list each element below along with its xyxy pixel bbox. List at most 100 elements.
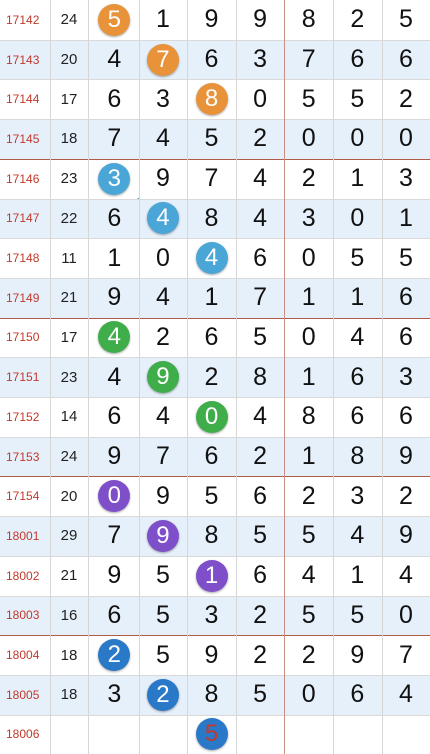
digit-cell: 4 (398, 680, 413, 709)
digit-cell: 2 (155, 322, 170, 351)
sum-value: 17 (60, 328, 78, 346)
sum-value: 18 (60, 686, 78, 704)
digit-cell: 6 (253, 481, 268, 510)
row-divider (0, 635, 430, 637)
digit-cell: 4 (253, 164, 268, 193)
digit-cell: 1 (301, 283, 316, 312)
digit-cell: 8 (204, 521, 219, 550)
digit-cell: 2 (301, 164, 316, 193)
row-divider (0, 516, 430, 518)
digit-cell: 8 (253, 362, 268, 391)
period-number: 17154 (6, 489, 40, 504)
column-divider (333, 0, 334, 754)
digit-cell (382, 715, 430, 754)
digit-cell: 4 (350, 322, 365, 351)
digit-cell (139, 715, 188, 754)
column-divider (50, 0, 51, 754)
period-number: 18001 (6, 528, 40, 543)
sum-value: 24 (60, 448, 78, 466)
highlighted-digit-ball: 4 (195, 242, 228, 275)
digit-cell: 1 (350, 283, 365, 312)
digit-cell: 5 (253, 322, 268, 351)
row-divider (0, 277, 430, 279)
digit-cell: 0 (398, 124, 413, 153)
digit-cell: 2 (253, 124, 268, 153)
table-row: 18005 18 328 5 0 6 4 (0, 674, 430, 715)
digit-cell (90, 715, 139, 754)
highlighted-digit-ball: 0 (195, 400, 228, 433)
digit-cell: 0 (155, 243, 170, 272)
period-number: 17150 (6, 330, 40, 345)
digit-cell: 6 (107, 84, 122, 113)
period-number: 17145 (6, 131, 40, 146)
digit-cell: 4 (107, 45, 122, 74)
digit-cell: 7 (204, 164, 219, 193)
digit-cell: 6 (398, 283, 413, 312)
sum-value: 17 (60, 90, 78, 108)
highlighted-digit-ball: 8 (195, 83, 228, 116)
highlighted-digit-ball: 2 (146, 678, 179, 711)
section-divider (284, 0, 286, 754)
digit-cell: 8 (350, 442, 365, 471)
digit-cell: 3 (398, 164, 413, 193)
lottery-trend-table: 1714224519982517143204763766171441763805… (0, 0, 430, 754)
digit-cell: 1 (204, 283, 219, 312)
sum-value: 29 (60, 527, 78, 545)
digit-cell: 9 (107, 283, 122, 312)
sum-value: 11 (61, 249, 77, 267)
digit-cell: 9 (155, 481, 170, 510)
digit-cell: 5 (301, 84, 316, 113)
digit-cell: 7 (107, 124, 122, 153)
sum-value: 16 (60, 606, 78, 624)
digit-cell: 3 (350, 481, 365, 510)
digit-cell (333, 715, 382, 754)
sum-value: 20 (60, 487, 78, 505)
period-number: 17149 (6, 290, 40, 305)
row-divider (0, 674, 430, 676)
period-number: 17147 (6, 211, 40, 226)
period-number: 18006 (6, 727, 40, 742)
digit-cell: 2 (204, 362, 219, 391)
row-divider (0, 158, 430, 160)
digit-cell: 6 (350, 680, 365, 709)
digit-cell: 5 (398, 243, 413, 272)
column-divider (235, 0, 237, 754)
row-divider (0, 714, 430, 716)
table-row: 17142245199825 (0, 0, 430, 40)
row-divider (0, 357, 430, 359)
table-row: 17151 23 492 8 1 6 3 (0, 357, 430, 397)
digit-cell: 6 (350, 362, 365, 391)
table-row: 17146233974213 (0, 158, 430, 199)
digit-cell: 0 (253, 84, 268, 113)
digit-cell: 4 (155, 402, 170, 431)
digit-cell: 1 (301, 362, 316, 391)
digit-cell: 3 (107, 680, 122, 709)
digit-cell: 9 (107, 442, 122, 471)
digit-cell: 2 (350, 5, 365, 34)
period-number: 17151 (6, 370, 40, 385)
digit-cell: 7 (398, 640, 413, 669)
digit-cell: 0 (301, 124, 316, 153)
digit-cell: 8 (204, 680, 219, 709)
table-row: 17149 21 9 4 1 7 1 1 6 (0, 277, 430, 318)
digit-cell: 8 (204, 203, 219, 232)
digit-cell: 5 (350, 600, 365, 629)
digit-cell: 3 (398, 362, 413, 391)
row-divider (0, 476, 430, 478)
digit-cell: 5 (253, 521, 268, 550)
sum-value: 24 (60, 11, 78, 29)
column-divider (88, 0, 89, 754)
period-number: 18005 (6, 687, 40, 702)
digit-cell: 9 (155, 164, 170, 193)
digit-cell: 1 (301, 442, 316, 471)
digit-cell: 5 (350, 84, 365, 113)
digit-cell: 5 (398, 5, 413, 34)
period-number: 17152 (6, 409, 40, 424)
digit-cell: 2 (301, 481, 316, 510)
period-number: 17153 (6, 449, 40, 464)
sum-value: 20 (60, 51, 78, 69)
digit-cell: 4 (253, 203, 268, 232)
digit-cell: 4 (253, 402, 268, 431)
table-row: 18004182592297 (0, 635, 430, 675)
digit-cell: 1 (398, 203, 413, 232)
